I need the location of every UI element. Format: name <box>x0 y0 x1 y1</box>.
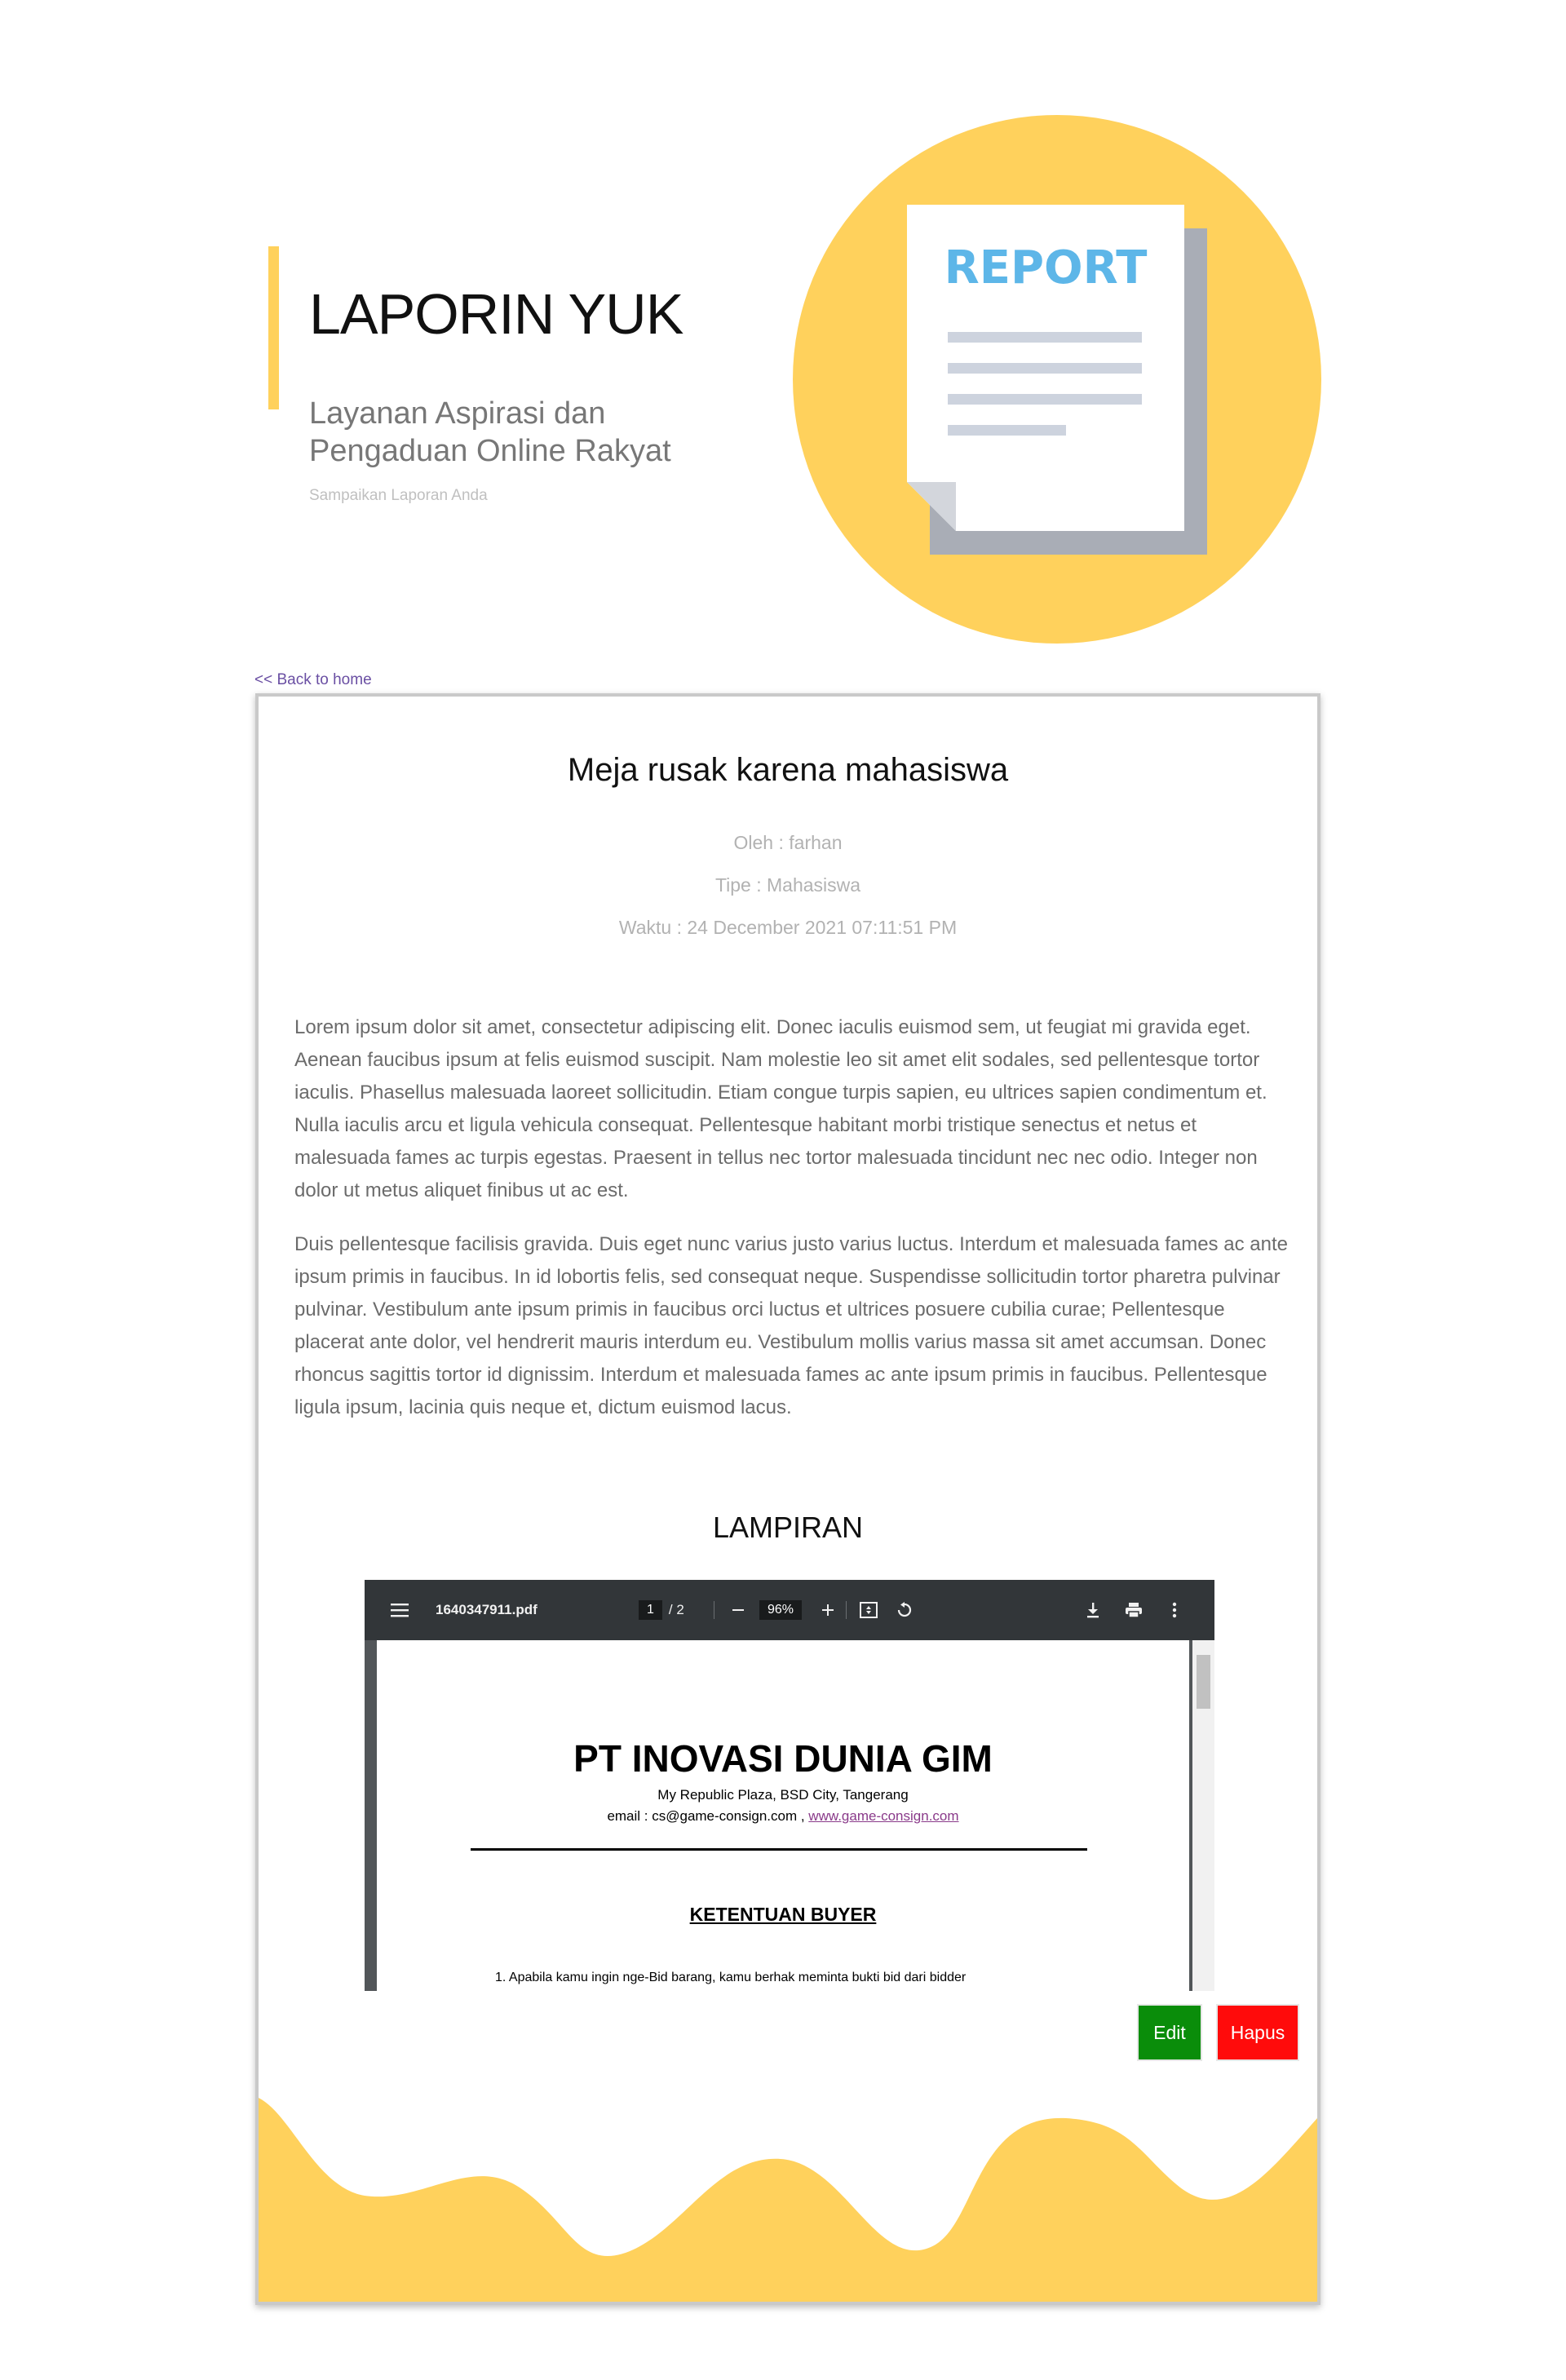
toolbar-divider <box>846 1601 847 1619</box>
report-time: Waktu : 24 December 2021 07:11:51 PM <box>618 917 958 938</box>
report-paragraph: Lorem ipsum dolor sit amet, consectetur … <box>294 1016 1267 1201</box>
menu-icon[interactable] <box>391 1580 409 1640</box>
pdf-page: PT INOVASI DUNIA GIM My Republic Plaza, … <box>377 1640 1189 1991</box>
rotate-icon[interactable] <box>896 1580 913 1640</box>
report-illustration: REPORT <box>793 115 1321 644</box>
page-indicator: 1 / 2 <box>639 1580 684 1640</box>
delete-button[interactable]: Hapus <box>1216 2004 1299 2061</box>
document-email: email : cs@game-consign.com , <box>607 1808 805 1824</box>
zoom-in-icon[interactable] <box>821 1580 834 1640</box>
attachment-heading: LAMPIRAN <box>712 1511 864 1544</box>
page-input[interactable]: 1 <box>639 1600 662 1620</box>
document-divider <box>471 1848 1087 1851</box>
app-title: LAPORIN YUK <box>309 282 683 346</box>
document-website-link[interactable]: www.game-consign.com <box>808 1808 958 1824</box>
edit-button[interactable]: Edit <box>1137 2004 1202 2061</box>
document-address: My Republic Plaza, BSD City, Tangerang <box>657 1787 909 1803</box>
report-card: Meja rusak karena mahasiswa Oleh : farha… <box>255 693 1320 2305</box>
download-icon[interactable] <box>1086 1580 1100 1640</box>
print-icon[interactable] <box>1125 1580 1143 1640</box>
back-to-home-link[interactable]: << Back to home <box>254 671 372 689</box>
pdf-filename: 1640347911.pdf <box>436 1602 537 1617</box>
pdf-toolbar: 1640347911.pdf 1 / 2 96% <box>365 1580 1214 1640</box>
decorative-wave <box>259 2098 1317 2302</box>
fit-page-icon[interactable] <box>860 1580 878 1640</box>
pdf-scrollbar-thumb[interactable] <box>1197 1655 1210 1709</box>
document-section-title: KETENTUAN BUYER <box>689 1904 877 1925</box>
app-subtitle: Layanan Aspirasi dan Pengaduan Online Ra… <box>309 396 671 468</box>
document-list-item: 1. Apabila kamu ingin nge-Bid barang, ka… <box>495 1971 967 1984</box>
zoom-value[interactable]: 96% <box>759 1600 803 1620</box>
report-paragraph: Duis pellentesque facilisis gravida. Dui… <box>294 1233 1288 1418</box>
more-icon[interactable] <box>1172 1580 1177 1640</box>
report-type: Tipe : Mahasiswa <box>714 874 861 896</box>
report-author: Oleh : farhan <box>733 832 843 853</box>
hero-accent-bar <box>268 246 279 409</box>
app-tagline: Sampaikan Laporan Anda <box>309 487 488 504</box>
document-contact: email : cs@game-consign.com , www.game-c… <box>377 1808 1189 1825</box>
pdf-viewer[interactable]: 1640347911.pdf 1 / 2 96% PT INOVASI DUNI… <box>365 1580 1214 1991</box>
document-company: PT INOVASI DUNIA GIM <box>573 1737 993 1780</box>
zoom-level[interactable]: 96% <box>759 1580 808 1640</box>
report-title: Meja rusak karena mahasiswa <box>567 752 1009 788</box>
page-total: / 2 <box>668 1602 684 1617</box>
zoom-out-icon[interactable] <box>732 1580 745 1640</box>
report-label: REPORT <box>944 241 1148 294</box>
